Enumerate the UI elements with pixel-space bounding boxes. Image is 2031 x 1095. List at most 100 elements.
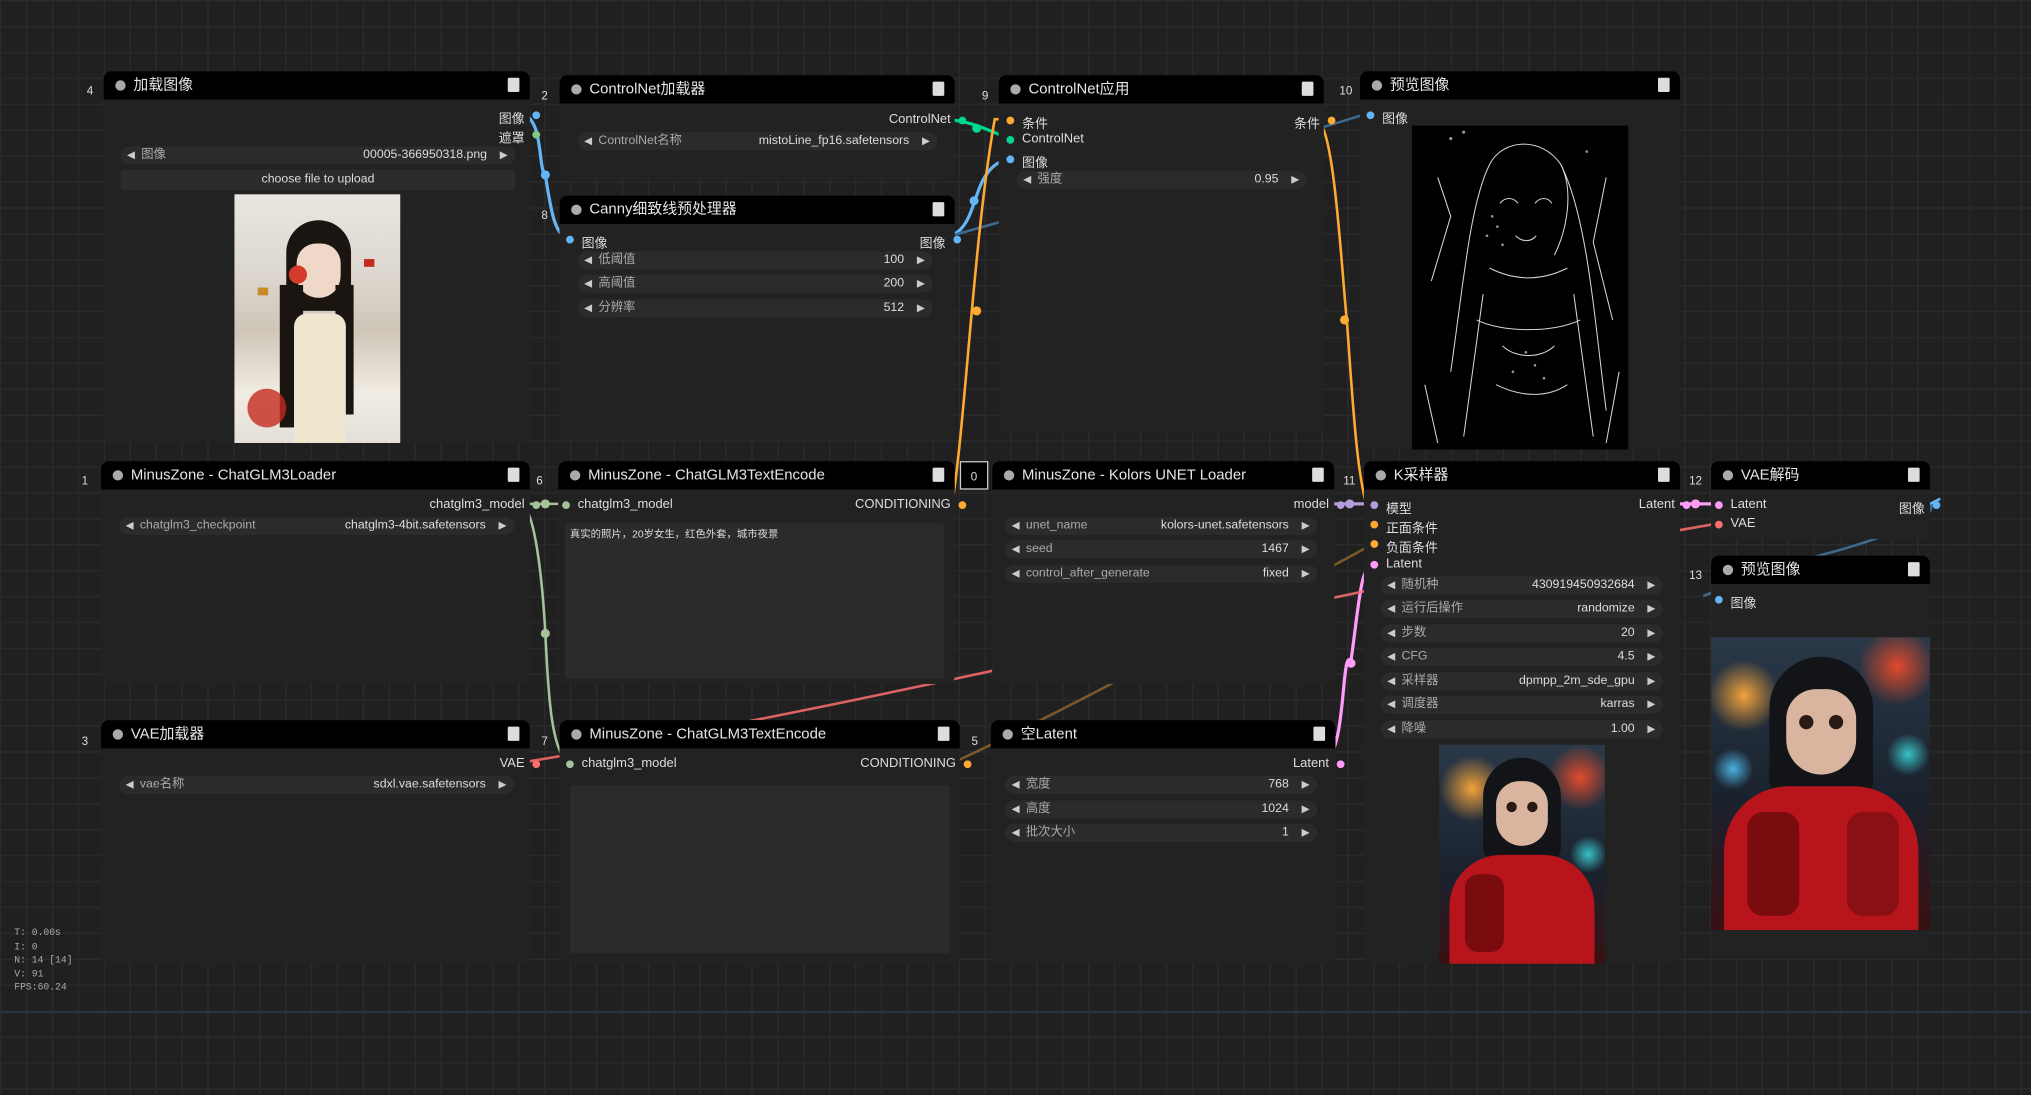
unet-name-widget[interactable]: ◀ unet_name kolors-unet.safetensors ▶ <box>1005 516 1318 535</box>
vae-name-widget[interactable]: ◀ vae名称 sdxl.vae.safetensors ▶ <box>119 775 515 795</box>
input-positive-slot[interactable]: 正面条件 <box>1370 517 1438 536</box>
node-title: MinusZone - Kolors UNET Loader <box>1021 467 1247 484</box>
document-icon[interactable] <box>1657 77 1670 92</box>
chatglm3-checkpoint-widget[interactable]: ◀ chatglm3_checkpoint chatglm3-4bit.safete… <box>119 516 515 535</box>
node-title: K采样器 <box>1393 467 1449 484</box>
node-title: MinusZone - ChatGLM3TextEncode <box>589 726 827 743</box>
collapse-dot-icon[interactable] <box>112 729 124 740</box>
node-title: Canny细致线预处理器 <box>589 202 737 218</box>
collapse-dot-icon[interactable] <box>571 729 582 740</box>
output-conditioning-slot[interactable]: CONDITIONING <box>829 756 972 771</box>
node-title: 空Latent <box>1020 726 1078 743</box>
input-model-slot[interactable]: 模型 <box>1370 497 1412 517</box>
output-mask-slot[interactable]: 遮罩 <box>427 127 541 146</box>
document-icon[interactable] <box>1312 467 1324 482</box>
node-id-label: 4 <box>86 84 94 98</box>
input-image-slot[interactable]: 图像 <box>1714 592 1756 611</box>
collapse-dot-icon[interactable] <box>1722 470 1734 481</box>
output-latent-slot[interactable]: Latent <box>1243 756 1345 771</box>
node-id-label: 7 <box>541 734 548 748</box>
document-icon[interactable] <box>932 467 945 482</box>
sampler-seed-widget[interactable]: ◀ 随机种 430919450932684 ▶ <box>1380 576 1664 595</box>
input-conditioning-slot[interactable]: 条件 <box>1006 113 1048 132</box>
document-icon[interactable] <box>1907 562 1920 577</box>
input-vae-slot[interactable]: VAE <box>1714 517 1755 531</box>
scheduler-widget[interactable]: ◀ 调度器 karras ▶ <box>1380 695 1664 714</box>
stats-nodes: N: 14 [14] <box>14 955 73 967</box>
control-after-generate-widget[interactable]: ◀ control_after_generate fixed ▶ <box>1005 564 1318 583</box>
output-image-slot[interactable]: 图像 <box>855 232 962 251</box>
document-icon[interactable] <box>1907 467 1920 482</box>
document-icon[interactable] <box>937 726 950 741</box>
document-icon[interactable] <box>1301 81 1314 96</box>
upload-button[interactable]: choose file to upload <box>120 169 516 191</box>
height-widget[interactable]: ◀ 高度 1024 ▶ <box>1005 800 1318 819</box>
strength-widget[interactable]: ◀ 强度 0.95 ▶ <box>1016 170 1307 190</box>
cfg-widget[interactable]: ◀ CFG 4.5 ▶ <box>1380 647 1664 666</box>
node-id-label: 12 <box>1689 474 1703 488</box>
node-id-label: 6 <box>536 474 543 488</box>
output-chatglm3-model-slot[interactable]: chatglm3_model <box>389 497 541 512</box>
final-preview-image <box>1711 637 1930 931</box>
input-image-slot[interactable]: 图像 <box>1366 108 1408 127</box>
document-icon[interactable] <box>507 726 520 741</box>
collapse-dot-icon[interactable] <box>571 204 582 216</box>
controlnet-name-widget[interactable]: ◀ ControlNet名称 mistoLine_fp16.safetensors ▶ <box>577 132 938 151</box>
document-icon[interactable] <box>507 467 520 482</box>
control-after-run-widget[interactable]: ◀ 运行后操作 randomize ▶ <box>1380 599 1664 618</box>
node-chatglm3-loader[interactable]: MinusZone - ChatGLM3Loader <box>101 461 530 684</box>
batch-size-widget[interactable]: ◀ 批次大小 1 ▶ <box>1005 823 1318 842</box>
input-chatglm3-model-slot[interactable]: chatglm3_model <box>566 756 677 771</box>
seed-widget[interactable]: ◀ seed 1467 ▶ <box>1005 540 1318 559</box>
node-id-label: 13 <box>1689 568 1703 582</box>
document-icon[interactable] <box>932 81 945 96</box>
high-threshold-widget[interactable]: ◀ 高阈值 200 ▶ <box>577 274 933 293</box>
collapse-dot-icon[interactable] <box>1002 729 1013 740</box>
resolution-widget[interactable]: ◀ 分辨率 512 ▶ <box>577 299 933 318</box>
document-icon[interactable] <box>1657 467 1670 482</box>
input-controlnet-slot[interactable]: ControlNet <box>1006 132 1084 146</box>
output-conditioning-slot[interactable]: 条件 <box>1243 113 1336 132</box>
output-conditioning-slot[interactable]: CONDITIONING <box>829 497 967 512</box>
negative-prompt-textarea[interactable] <box>569 784 950 954</box>
output-latent-slot[interactable]: Latent <box>1593 497 1691 512</box>
sampler-name-widget[interactable]: ◀ 采样器 dpmpp_2m_sde_gpu ▶ <box>1380 672 1664 691</box>
canny-preview-image <box>1411 125 1629 450</box>
collapse-dot-icon[interactable] <box>115 80 126 91</box>
output-image-slot[interactable]: 图像 <box>427 108 541 127</box>
node-id-label: 8 <box>541 208 548 222</box>
document-icon[interactable] <box>1313 726 1326 741</box>
steps-widget[interactable]: ◀ 步数 20 ▶ <box>1380 624 1664 643</box>
node-title: 预览图像 <box>1740 562 1801 578</box>
input-negative-slot[interactable]: 负面条件 <box>1370 536 1438 556</box>
collapse-dot-icon[interactable] <box>112 470 124 481</box>
collapse-dot-icon[interactable] <box>1722 564 1734 576</box>
node-id-label: 11 <box>1343 474 1356 488</box>
output-image-slot[interactable]: 图像 <box>1865 497 1941 517</box>
collapse-dot-icon[interactable] <box>1010 84 1021 95</box>
input-image-slot[interactable]: 图像 <box>1006 152 1048 171</box>
input-chatglm3-model-slot[interactable]: chatglm3_model <box>562 497 673 512</box>
node-title: MinusZone - ChatGLM3Loader <box>130 467 337 484</box>
low-threshold-widget[interactable]: ◀ 低阈值 100 ▶ <box>577 251 933 270</box>
node-graph-canvas[interactable]: 4 加载图像 图像 遮罩 ◀ 图像 00005-366950318.png ▶ cho… <box>0 0 2031 1095</box>
collapse-dot-icon[interactable] <box>569 470 581 481</box>
collapse-dot-icon[interactable] <box>1371 80 1383 91</box>
collapse-dot-icon[interactable] <box>571 84 582 95</box>
collapse-dot-icon[interactable] <box>1375 470 1386 481</box>
document-icon[interactable] <box>932 202 945 217</box>
output-model-slot[interactable]: model <box>1243 497 1345 512</box>
image-select-widget[interactable]: ◀ 图像 00005-366950318.png ▶ <box>120 146 516 165</box>
input-latent-slot[interactable]: Latent <box>1714 497 1767 512</box>
document-icon[interactable] <box>507 77 520 92</box>
output-controlnet-slot[interactable]: ControlNet <box>829 113 967 127</box>
width-widget[interactable]: ◀ 宽度 768 ▶ <box>1005 775 1318 795</box>
denoise-widget[interactable]: ◀ 降噪 1.00 ▶ <box>1380 720 1664 739</box>
prompt-textarea[interactable]: 真实的照片，20岁女生，红色外套，城市夜景 <box>564 523 945 679</box>
node-title: 预览图像 <box>1389 77 1450 94</box>
node-id-label: 2 <box>541 89 548 103</box>
output-vae-slot[interactable]: VAE <box>453 756 541 771</box>
input-latent-slot[interactable]: Latent <box>1370 557 1422 571</box>
collapse-dot-icon[interactable] <box>1003 470 1015 481</box>
input-image-slot[interactable]: 图像 <box>566 232 607 251</box>
